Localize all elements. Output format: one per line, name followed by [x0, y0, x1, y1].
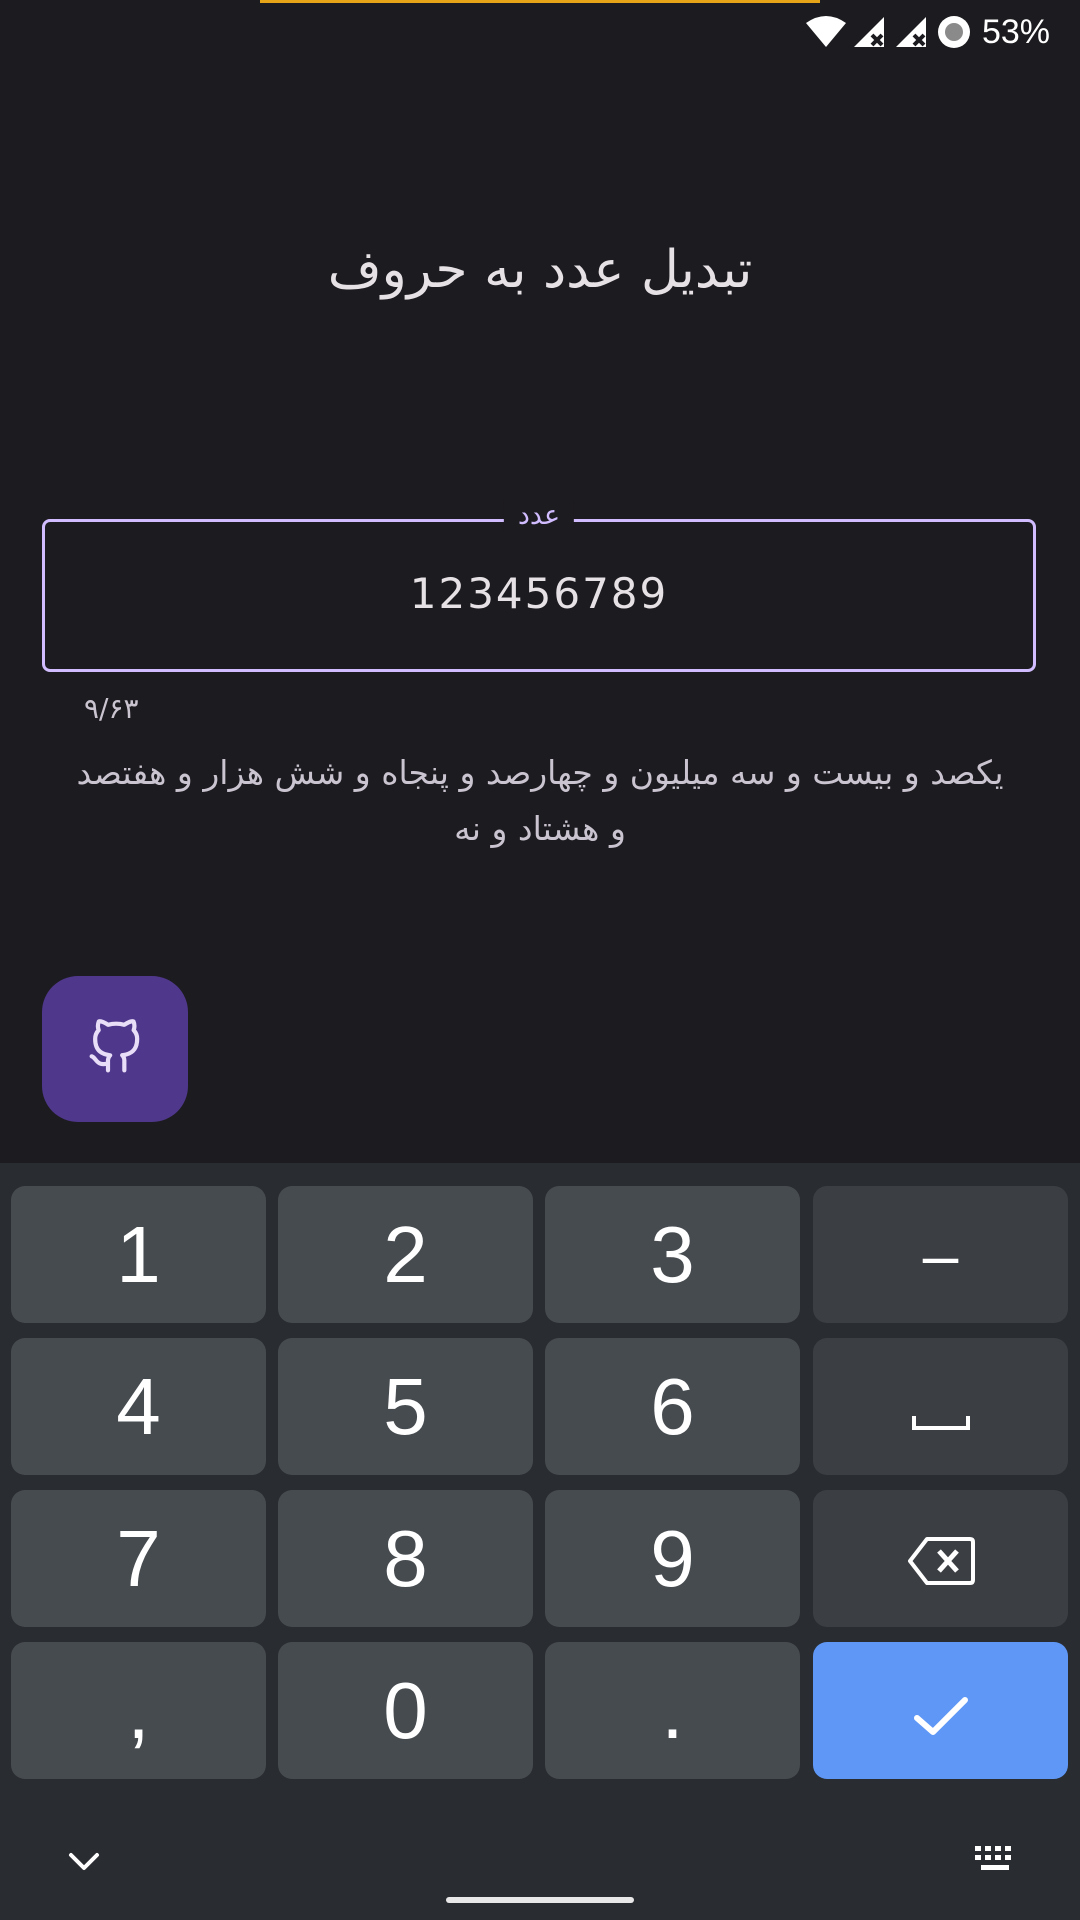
key-label: 2 [383, 1209, 428, 1299]
key-label: 5 [383, 1361, 428, 1451]
key-period[interactable]: . [545, 1642, 800, 1779]
key-comma[interactable]: , [11, 1642, 266, 1779]
status-icons: 53% [805, 10, 1050, 54]
top-accent-line [260, 0, 820, 3]
battery-saver-icon [936, 14, 972, 50]
key-5[interactable]: 5 [278, 1338, 533, 1475]
key-label: 7 [116, 1513, 161, 1603]
github-button[interactable] [42, 976, 188, 1122]
wifi-icon [805, 15, 846, 49]
number-input-label: عدد [503, 500, 575, 531]
key-label: 4 [116, 1361, 161, 1451]
backspace-icon [907, 1513, 975, 1605]
number-input[interactable]: 123456789 [45, 569, 1033, 618]
battery-percent: 53% [981, 12, 1050, 51]
page-title: تبدیل عدد به حروف [327, 240, 753, 300]
key-label: 8 [383, 1513, 428, 1603]
checkmark-icon [913, 1665, 969, 1757]
navigation-handle[interactable] [446, 1897, 634, 1903]
key-label: 9 [650, 1513, 695, 1603]
key-0[interactable]: 0 [278, 1642, 533, 1779]
key-8[interactable]: 8 [278, 1490, 533, 1627]
key-7[interactable]: 7 [11, 1490, 266, 1627]
key-label: , [127, 1665, 150, 1755]
keyboard-switch-icon[interactable] [973, 1844, 1017, 1878]
signal-no-data-icon [894, 15, 930, 49]
key-3[interactable]: 3 [545, 1186, 800, 1323]
backspace-key[interactable] [813, 1490, 1068, 1627]
key-6[interactable]: 6 [545, 1338, 800, 1475]
key-label: . [661, 1665, 684, 1755]
key-9[interactable]: 9 [545, 1490, 800, 1627]
github-icon [87, 1019, 143, 1079]
number-input-field[interactable]: عدد 123456789 [42, 500, 1036, 672]
signal-no-data-icon [852, 15, 888, 49]
result-text: یکصد و بیست و سه میلیون و چهارصد و پنجاه… [76, 753, 1004, 848]
done-key[interactable] [813, 1642, 1068, 1779]
key-label: 6 [650, 1361, 695, 1451]
key-1[interactable]: 1 [11, 1186, 266, 1323]
hide-keyboard-icon[interactable] [68, 1852, 100, 1876]
key-4[interactable]: 4 [11, 1338, 266, 1475]
key-2[interactable]: 2 [278, 1186, 533, 1323]
space-key[interactable] [813, 1338, 1068, 1475]
space-icon [911, 1361, 971, 1453]
keyboard-bottom-bar [0, 1800, 1080, 1920]
key-label: 0 [383, 1665, 428, 1755]
key-label: – [922, 1218, 959, 1291]
status-bar: 53% [0, 0, 1080, 62]
key-label: 3 [650, 1209, 695, 1299]
character-counter: ۹/۶۳ [84, 692, 139, 725]
key-minus[interactable]: – [813, 1186, 1068, 1323]
key-label: 1 [116, 1209, 161, 1299]
